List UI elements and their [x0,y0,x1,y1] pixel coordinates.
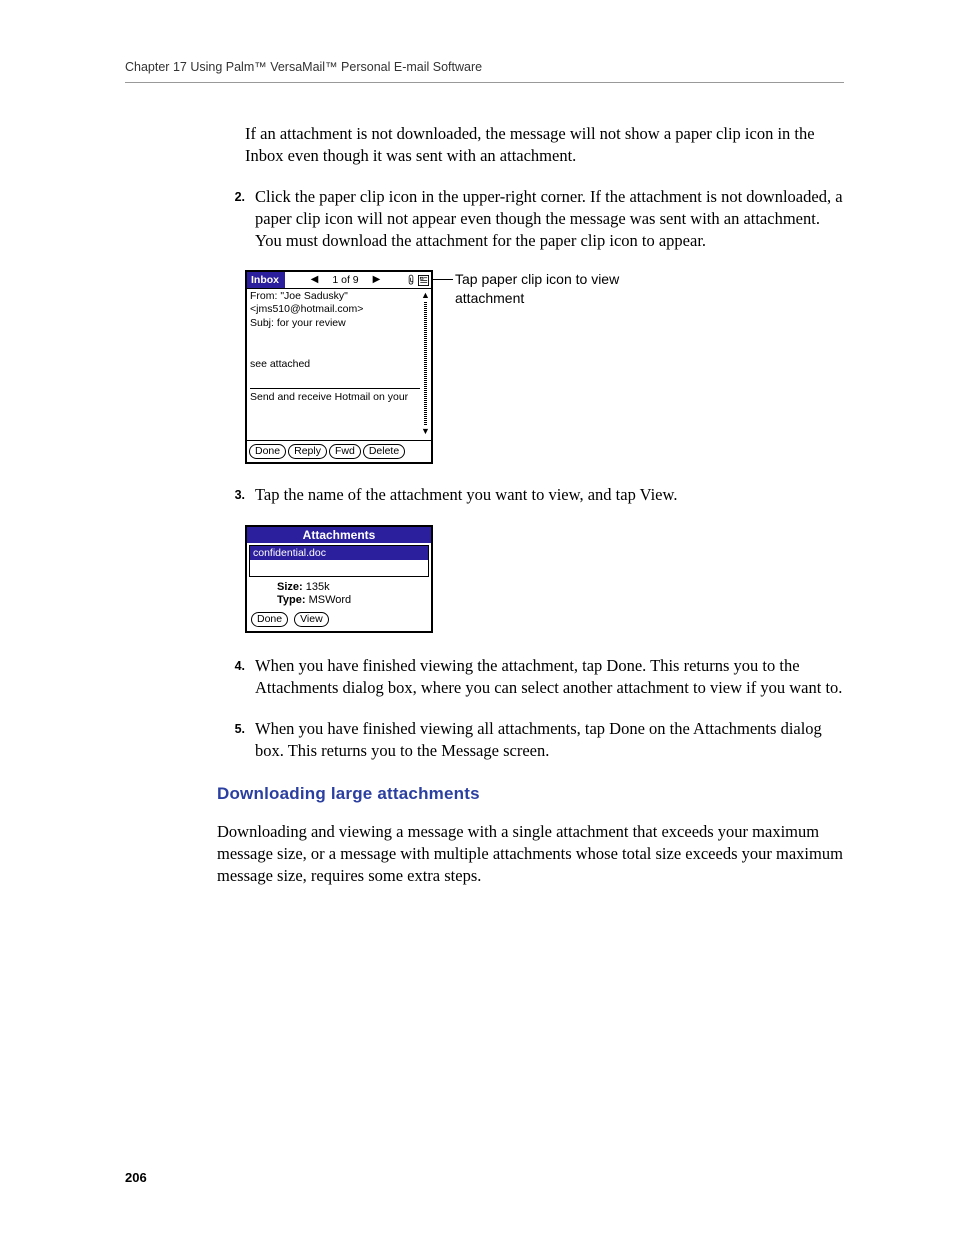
header-rule [125,82,844,83]
paperclip-icon[interactable] [406,274,416,286]
message-divider [250,388,420,389]
delete-button[interactable]: Delete [363,444,405,459]
scroll-track[interactable] [424,302,427,425]
attachment-item-selected[interactable]: confidential.doc [250,546,428,561]
attachment-size-row: Size: 135k [277,581,427,595]
palm-titlebar: Inbox ◀ 1 of 9 ▶ [247,272,431,289]
next-message-icon[interactable]: ▶ [373,275,381,285]
callout-text: Tap paper clip icon to view attachment [455,270,619,306]
scrollbar[interactable]: ▲ ▼ [422,291,429,436]
attachments-list[interactable]: confidential.doc [249,545,429,577]
running-header: Chapter 17 Using Palm™ VersaMail™ Person… [125,60,844,74]
step-text-2: Click the paper clip icon in the upper-r… [255,186,844,253]
callout-leader-line [433,279,453,280]
attachments-title: Attachments [247,527,431,543]
subsection-heading: Downloading large attachments [217,784,844,804]
step-text-5: When you have finished viewing all attac… [255,718,844,763]
message-body-2: Send and receive Hotmail on your [250,391,428,403]
step-number-5: 5. [217,718,255,763]
scroll-down-icon[interactable]: ▼ [421,427,430,436]
scroll-up-icon[interactable]: ▲ [421,291,430,300]
inbox-label[interactable]: Inbox [247,272,285,288]
done-button[interactable]: Done [249,444,286,459]
subject-line: Subj: for your review [250,317,428,330]
intro-paragraph: If an attachment is not downloaded, the … [245,123,844,168]
callout-line-1: Tap paper clip icon to view [455,271,619,287]
attachment-type-row: Type: MSWord [277,594,427,608]
palm-message-screen: Inbox ◀ 1 of 9 ▶ From: "Joe Sadusky" <jm… [245,270,433,464]
prev-message-icon[interactable]: ◀ [311,275,319,285]
type-label: Type: [277,594,306,606]
message-counter: 1 of 9 [332,274,358,286]
details-icon[interactable] [418,275,429,286]
size-label: Size: [277,581,303,593]
subsection-paragraph: Downloading and viewing a message with a… [217,821,844,888]
callout-line-2: attachment [455,290,524,306]
step-text-4: When you have finished viewing the attac… [255,655,844,700]
attachments-done-button[interactable]: Done [251,612,288,627]
message-screenshot-figure: Inbox ◀ 1 of 9 ▶ From: "Joe Sadusky" <jm… [245,270,844,464]
type-value: MSWord [306,594,352,606]
step-number-2: 2. [217,186,255,253]
step-text-3: Tap the name of the attachment you want … [255,484,844,506]
attachments-view-button[interactable]: View [294,612,329,627]
reply-button[interactable]: Reply [288,444,327,459]
step-number-4: 4. [217,655,255,700]
from-email: <jms510@hotmail.com> [250,303,428,316]
step-number-3: 3. [217,484,255,506]
fwd-button[interactable]: Fwd [329,444,361,459]
message-body-1: see attached [250,358,428,370]
size-value: 135k [303,581,330,593]
from-line: From: "Joe Sadusky" [250,290,428,303]
attachments-screenshot-figure: Attachments confidential.doc Size: 135k … [245,525,844,634]
palm-attachments-dialog: Attachments confidential.doc Size: 135k … [245,525,433,634]
page-number: 206 [125,1170,147,1185]
